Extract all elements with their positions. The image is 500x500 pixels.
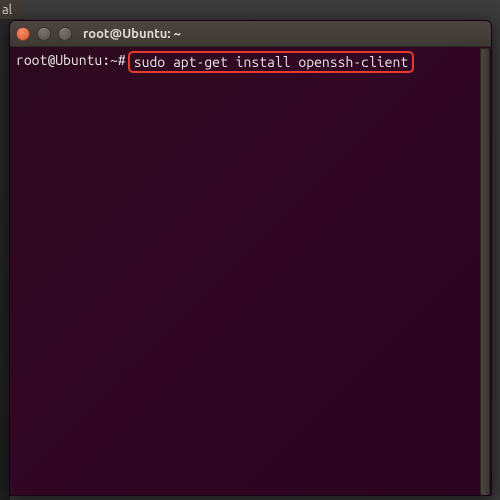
minimize-icon[interactable] [37,27,51,41]
scrollbar-thumb[interactable] [481,49,489,495]
window-title: root@Ubuntu: ~ [83,27,181,41]
partial-tab-text: al [2,3,12,17]
close-icon[interactable] [16,27,30,41]
terminal-window: root@Ubuntu: ~ root@Ubuntu:~# sudo apt-g… [9,20,492,496]
window-titlebar[interactable]: root@Ubuntu: ~ [10,21,491,47]
highlighted-command: sudo apt-get install openssh-client [128,51,414,73]
maximize-icon[interactable] [58,27,72,41]
vertical-scrollbar[interactable] [480,48,490,494]
prompt-line: root@Ubuntu:~# sudo apt-get install open… [16,51,485,73]
terminal-body[interactable]: root@Ubuntu:~# sudo apt-get install open… [10,47,491,495]
shell-prompt: root@Ubuntu:~# [16,51,126,73]
partial-background-tab: al [0,0,24,20]
